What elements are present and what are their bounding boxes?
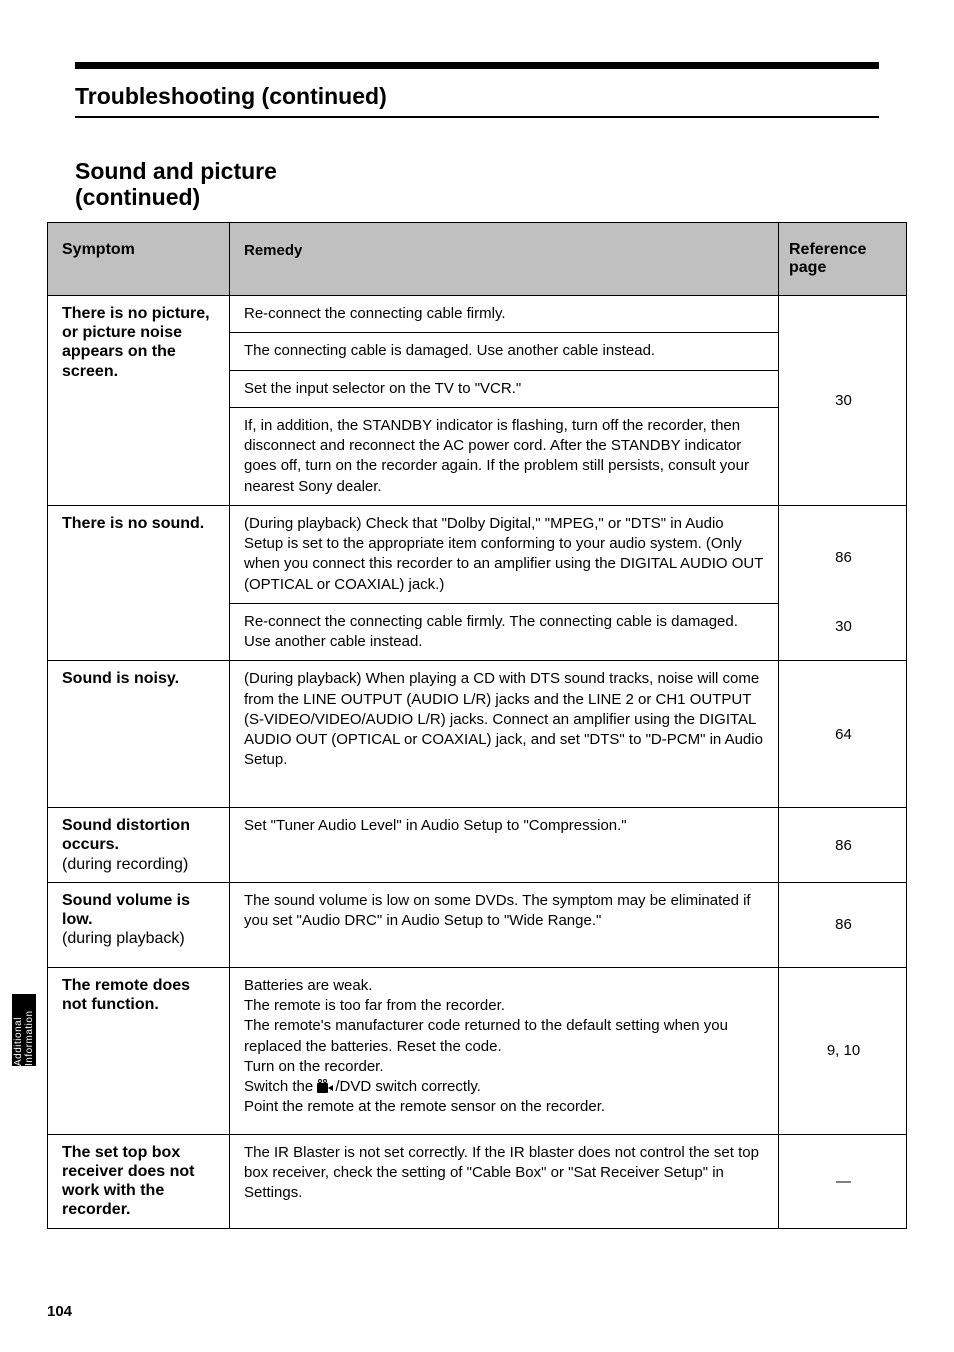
page-ref: 30 bbox=[778, 296, 906, 505]
page-ref: 9, 10 bbox=[778, 968, 906, 1134]
page-ref: 30 bbox=[789, 600, 898, 652]
page-ref: 64 bbox=[778, 661, 906, 807]
symptom-text: Sound volume is low.(during playback) bbox=[62, 892, 190, 947]
remedy-text: Batteries are weak.The remote is too far… bbox=[244, 976, 766, 1126]
remedy-text: Re-connect the connecting cable firmly. bbox=[244, 304, 766, 324]
running-title: Troubleshooting (continued) bbox=[75, 83, 387, 110]
symptom-text: The set top box receiver does not work w… bbox=[62, 1143, 217, 1220]
table-row: Sound is noisy. (During playback) When p… bbox=[48, 660, 906, 807]
symptom-text: There is no sound. bbox=[62, 514, 217, 533]
col-header-remedy: Remedy bbox=[244, 241, 766, 261]
table-row: Sound volume is low.(during playback) Th… bbox=[48, 882, 906, 967]
remedy-text: The connecting cable is damaged. Use ano… bbox=[244, 341, 766, 361]
col-header-symptom: Symptom bbox=[48, 223, 230, 295]
side-tab: Additional Information bbox=[12, 994, 36, 1066]
remedy-text: Set the input selector on the TV to "VCR… bbox=[244, 379, 766, 399]
symptom-text: The remote does not function. bbox=[62, 976, 217, 1014]
remedy-text: Re-connect the connecting cable firmly. … bbox=[244, 612, 766, 653]
table-row: There is no picture, or picture noise ap… bbox=[48, 295, 906, 505]
troubleshooting-table: Symptom Remedy Reference page There is n… bbox=[47, 222, 907, 1229]
page-ref: — bbox=[778, 1135, 906, 1228]
remedy-text: If, in addition, the STANDBY indicator i… bbox=[244, 416, 766, 497]
page-ref: 86 bbox=[778, 883, 906, 967]
section-continued: (continued) bbox=[75, 184, 200, 211]
page-ref: 86 bbox=[778, 808, 906, 882]
table-row: The remote does not function. Batteries … bbox=[48, 967, 906, 1134]
symptom-cell: Sound distortion occurs.(during recordin… bbox=[48, 808, 230, 882]
section-heading: Sound and picture bbox=[75, 158, 277, 185]
remedy-text: (During playback) Check that "Dolby Digi… bbox=[244, 514, 766, 595]
page-number: 104 bbox=[47, 1303, 72, 1320]
remedy-text: (During playback) When playing a CD with… bbox=[244, 669, 766, 799]
remedy-text: The IR Blaster is not set correctly. If … bbox=[244, 1143, 766, 1213]
symptom-text: There is no picture, or picture noise ap… bbox=[62, 304, 217, 381]
table-row: There is no sound. (During playback) Che… bbox=[48, 505, 906, 661]
table-header-row: Symptom Remedy Reference page bbox=[48, 223, 906, 295]
table-row: Sound distortion occurs.(during recordin… bbox=[48, 807, 906, 882]
col-header-page: Reference page bbox=[778, 223, 906, 295]
remedy-text: Set "Tuner Audio Level" in Audio Setup t… bbox=[244, 816, 766, 872]
symptom-text: Sound is noisy. bbox=[62, 669, 217, 688]
page-ref: 86 bbox=[789, 514, 898, 601]
table-row: The set top box receiver does not work w… bbox=[48, 1134, 906, 1228]
symptom-cell: Sound volume is low.(during playback) bbox=[48, 883, 230, 967]
remedy-text: The sound volume is low on some DVDs. Th… bbox=[244, 891, 766, 959]
symptom-text: Sound distortion occurs.(during recordin… bbox=[62, 817, 190, 872]
